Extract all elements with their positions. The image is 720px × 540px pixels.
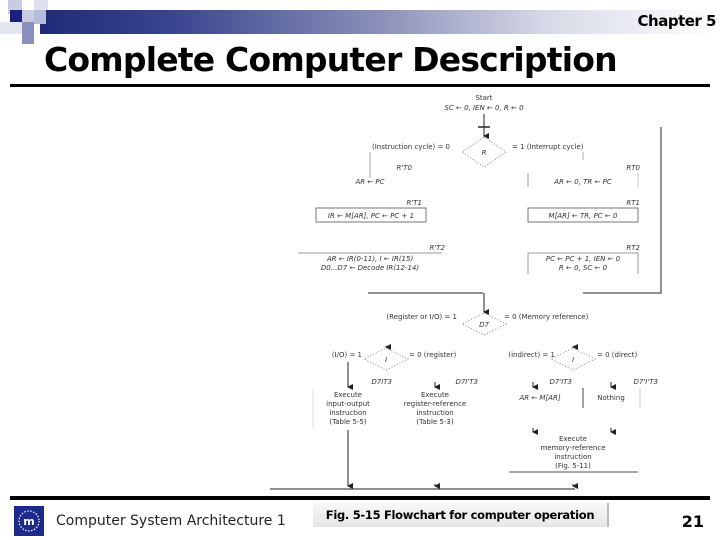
io-op-3: instruction — [329, 409, 366, 417]
int-t0-cond: RT0 — [626, 164, 640, 172]
decision-d7-left: (Register or I/O) = 1 — [386, 313, 457, 321]
fetch-t2-op-2: D0...D7 ← Decode IR(12-14) — [321, 264, 419, 272]
decision-d7-right: = 0 (Memory reference) — [504, 313, 589, 321]
io-cond: D7IT3 — [371, 378, 392, 386]
decision-i-left-left: (I/O) = 1 — [332, 351, 362, 359]
mem-op-2: memory-reference — [540, 444, 605, 452]
int-t2-cond: RT2 — [626, 244, 640, 252]
mem-op-1: Execute — [559, 435, 587, 443]
fetch-t0-cond: R'T0 — [396, 164, 412, 172]
reg-op-3: instruction — [416, 409, 453, 417]
reg-op-1: Execute — [421, 391, 449, 399]
page-number: 21 — [681, 512, 704, 531]
decision-i-left-label: I — [385, 356, 387, 364]
decision-r-left: (Instruction cycle) = 0 — [372, 143, 450, 151]
int-t1-cond: RT1 — [626, 199, 640, 207]
io-op-4: (Table 5-5) — [329, 418, 366, 426]
dir-cond: D7'I'T3 — [634, 378, 659, 386]
io-op-1: Execute — [334, 391, 362, 399]
int-t1-op: M[AR] ← TR, PC ← 0 — [549, 212, 618, 220]
svg-text:m: m — [23, 515, 34, 528]
io-op-2: input-output — [326, 400, 370, 408]
reg-op-2: register-reference — [404, 400, 467, 408]
decision-i-right-label: I — [572, 356, 574, 364]
dir-op: Nothing — [597, 394, 625, 402]
decision-i-right-right: = 0 (direct) — [597, 351, 638, 359]
flowchart: Start SC ← 0, IEN ← 0, R ← 0 R (Instruct… — [270, 94, 662, 490]
fetch-t2-cond: R'T2 — [429, 244, 445, 252]
decision-r-label: R — [482, 149, 487, 157]
int-t0-op: AR ← 0, TR ← PC — [553, 178, 612, 186]
mem-op-4: (Fig. 5-11) — [555, 462, 591, 470]
fetch-t1-cond: R'T1 — [406, 199, 422, 207]
reg-cond: D7I'T3 — [455, 378, 478, 386]
fetch-t0-op: AR ← PC — [354, 178, 384, 186]
decision-d7-label: D7 — [479, 321, 489, 329]
fetch-t1-op: IR ← M[AR], PC ← PC + 1 — [328, 212, 414, 220]
ind-cond: D7'IT3 — [549, 378, 572, 386]
mem-op-3: instruction — [554, 453, 591, 461]
int-t2-op-2: R ← 0, SC ← 0 — [559, 264, 608, 272]
decision-r-right: = 1 (Interrupt cycle) — [512, 143, 584, 151]
university-logo-icon: m — [14, 506, 44, 536]
reg-op-4: (Table 5-3) — [416, 418, 453, 426]
footer-divider — [10, 496, 710, 500]
int-t2-op-1: PC ← PC + 1, IEN ← 0 — [546, 255, 621, 263]
init-label: SC ← 0, IEN ← 0, R ← 0 — [444, 104, 524, 112]
ind-op: AR ← M[AR] — [518, 394, 560, 402]
start-label: Start — [475, 94, 492, 102]
course-name: Computer System Architecture 1 — [56, 513, 286, 529]
fetch-t2-op-1: AR ← IR(0-11), I ← IR(15) — [326, 255, 414, 263]
decision-i-right-left: (indirect) = 1 — [508, 351, 555, 359]
decision-i-left-right: = 0 (register) — [409, 351, 456, 359]
figure-caption: Fig. 5-15 Flowchart for computer operati… — [313, 503, 609, 527]
